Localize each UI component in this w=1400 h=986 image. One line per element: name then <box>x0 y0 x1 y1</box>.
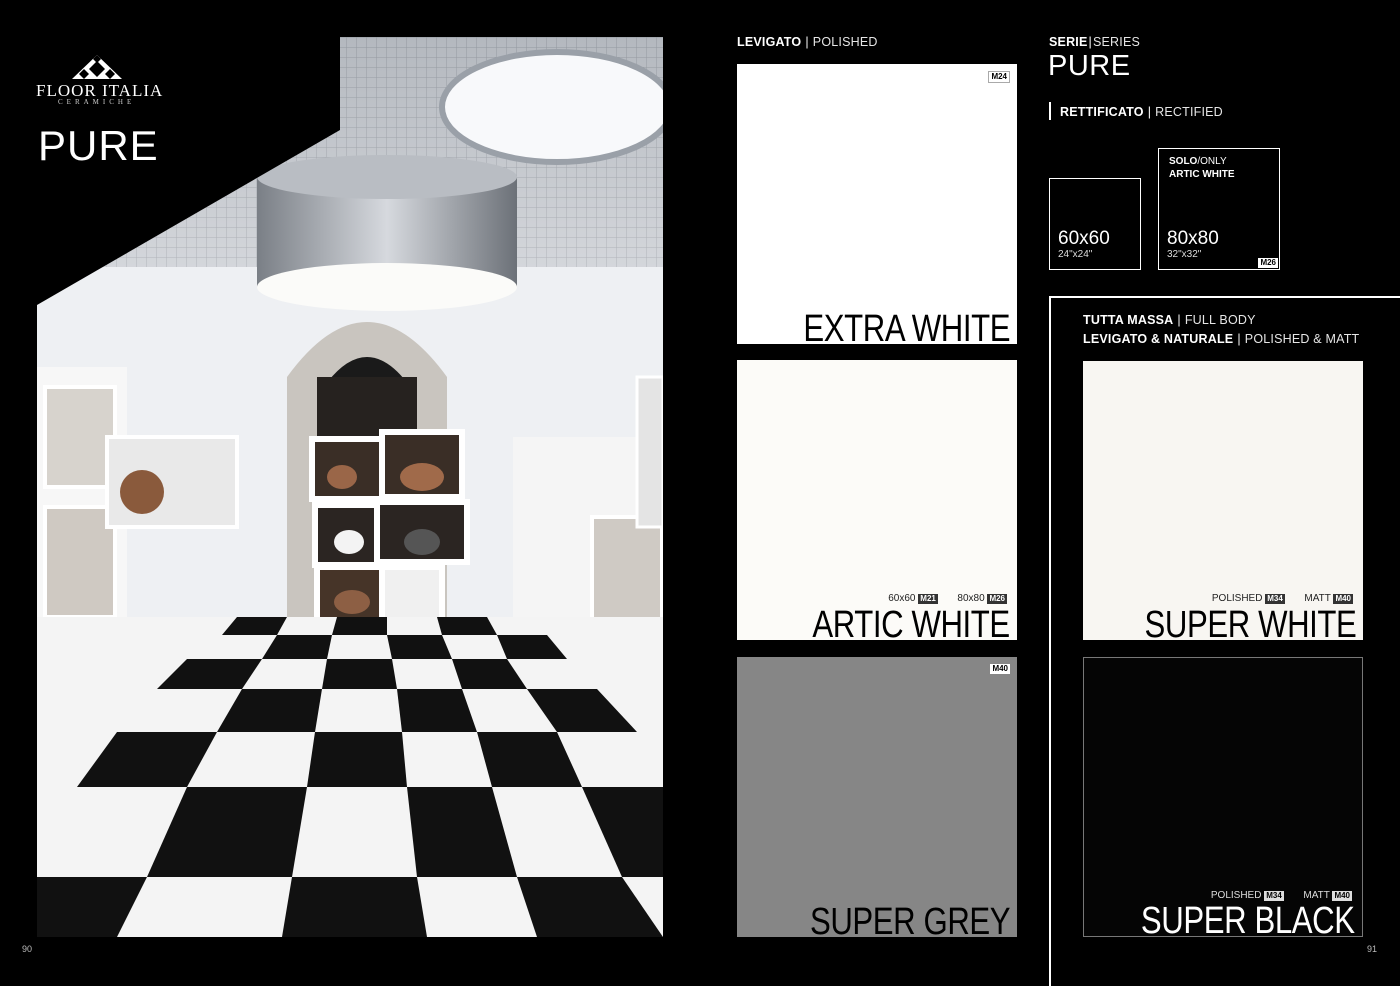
finish-en: POLISHED & MATT <box>1244 332 1360 346</box>
size-80-code: M26 <box>1258 258 1278 268</box>
size-80-label: 80x80 <box>1167 228 1219 249</box>
finish-it: LEVIGATO & NATURALE <box>1083 332 1234 346</box>
solo-note: SOLO/ONLY ARTIC WHITE <box>1169 156 1235 180</box>
super-grey-name: SUPER GREY <box>809 901 1011 937</box>
rectified-en: RECTIFIED <box>1155 105 1223 119</box>
rectified-it: RETTIFICATO <box>1060 105 1144 119</box>
tile-artic-white: 60x60 M21 80x80 M26 ARTIC WHITE <box>737 360 1017 640</box>
artic-white-meta: 60x60 M21 80x80 M26 <box>888 593 1007 604</box>
full-body-it: TUTTA MASSA <box>1083 313 1174 327</box>
super-white-name: SUPER WHITE <box>1144 604 1356 640</box>
extra-white-code: M24 <box>988 71 1010 83</box>
super-white-finish1: POLISHED <box>1211 593 1263 604</box>
tile-super-black: POLISHED M34 MATT M40 SUPER BLACK <box>1083 657 1363 937</box>
series-label: SERIE|SERIES <box>1049 35 1141 49</box>
rectified-label: RETTIFICATO | RECTIFIED <box>1060 105 1223 119</box>
solo-note-it: SOLO <box>1169 156 1198 167</box>
full-body-header: TUTTA MASSA | FULL BODY <box>1083 313 1256 327</box>
tile-super-white: POLISHED M34 MATT M40 SUPER WHITE <box>1083 361 1363 640</box>
solo-note-color: ARTIC WHITE <box>1169 169 1235 180</box>
artic-white-size2: 80x80 <box>957 593 985 604</box>
page-number-left: 90 <box>22 944 33 954</box>
artic-white-code2: M26 <box>987 594 1007 604</box>
rectified-divider <box>1049 102 1051 120</box>
super-white-meta: POLISHED M34 MATT M40 <box>1212 593 1353 604</box>
polished-header: LEVIGATO | POLISHED <box>737 35 878 49</box>
artic-white-code1: M21 <box>918 594 938 604</box>
full-body-en: FULL BODY <box>1184 313 1256 327</box>
size-60-label: 60x60 <box>1058 228 1110 249</box>
polished-header-it: LEVIGATO <box>737 35 802 49</box>
page-number-right: 91 <box>1367 944 1378 954</box>
series-label-en: SERIES <box>1092 35 1141 49</box>
tile-extra-white: M24 EXTRA WHITE <box>737 64 1017 344</box>
size-60-inch: 24"x24" <box>1058 249 1093 260</box>
size-80-inch: 32"x32" <box>1167 249 1202 260</box>
artic-white-size1: 60x60 <box>888 593 916 604</box>
super-grey-code: M40 <box>990 664 1010 674</box>
super-black-name: SUPER BLACK <box>1141 900 1355 937</box>
polished-header-en: POLISHED <box>812 35 878 49</box>
solo-note-en: ONLY <box>1200 156 1227 167</box>
super-white-code2: M40 <box>1333 594 1353 604</box>
super-white-finish2: MATT <box>1304 593 1331 604</box>
size-box-60x60: 60x60 24"x24" <box>1049 178 1141 270</box>
tile-super-grey: M40 SUPER GREY <box>737 657 1017 937</box>
floor-italia-logo-icon <box>72 55 122 79</box>
page-title: PURE <box>38 122 159 169</box>
size-box-80x80: SOLO/ONLY ARTIC WHITE 80x80 32"x32" M26 <box>1158 148 1280 270</box>
series-label-it: SERIE <box>1049 35 1088 49</box>
finish-header: LEVIGATO & NATURALE | POLISHED & MATT <box>1083 332 1360 346</box>
super-white-code1: M34 <box>1265 594 1285 604</box>
series-name: PURE <box>1048 50 1131 82</box>
brand-subtitle: CERAMICHE <box>58 98 136 106</box>
extra-white-name: EXTRA WHITE <box>803 308 1010 344</box>
artic-white-name: ARTIC WHITE <box>812 604 1011 640</box>
